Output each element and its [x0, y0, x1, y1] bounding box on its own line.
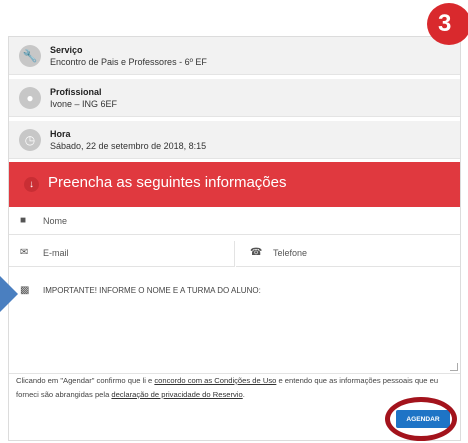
notes-text: IMPORTANTE! INFORME O NOME E A TURMA DO …: [43, 286, 261, 295]
professional-row: ● Profissional Ivone – ING 6EF: [9, 79, 460, 117]
service-value: Encontro de Pais e Professores - 6º EF: [50, 57, 207, 67]
email-field[interactable]: ✉ E-mail: [9, 241, 235, 267]
email-placeholder: E-mail: [43, 248, 69, 258]
form-banner: ↓ Preencha as seguintes informações: [9, 162, 460, 207]
person-icon: ●: [19, 87, 41, 109]
service-row: 🔧 Serviço Encontro de Pais e Professores…: [9, 37, 460, 75]
time-value: Sábado, 22 de setembro de 2018, 8:15: [50, 141, 207, 151]
person-icon: ■: [20, 215, 27, 226]
terms-part3: .: [242, 390, 245, 399]
phone-icon: ☎: [250, 247, 263, 258]
professional-title: Profissional: [50, 87, 102, 97]
banner-title: Preencha as seguintes informações: [48, 174, 287, 191]
step-badge: 3: [427, 3, 468, 45]
professional-value: Ivone – ING 6EF: [50, 99, 118, 109]
booking-card: 🔧 Serviço Encontro de Pais e Professores…: [8, 36, 461, 441]
privacy-link[interactable]: declaração de privacidade do Reservio: [111, 390, 242, 399]
phone-placeholder: Telefone: [273, 248, 308, 258]
arrow-marker: [0, 276, 18, 312]
terms-text: Clicando em "Agendar" confirmo que li e …: [16, 374, 456, 402]
terms-part1: Clicando em "Agendar" confirmo que li e: [16, 376, 155, 385]
name-field[interactable]: ■ Nome: [9, 209, 460, 235]
highlight-ring: [385, 397, 457, 441]
notes-textarea[interactable]: ▩ IMPORTANTE! INFORME O NOME E A TURMA D…: [9, 277, 460, 374]
time-row: ◷ Hora Sábado, 22 de setembro de 2018, 8…: [9, 121, 460, 159]
arrow-down-icon: ↓: [24, 177, 39, 192]
name-placeholder: Nome: [43, 216, 68, 226]
terms-of-use-link[interactable]: concordo com as Condições de Uso: [154, 376, 276, 385]
service-title: Serviço: [50, 45, 83, 55]
wrench-icon: 🔧: [19, 45, 41, 67]
clock-icon: ◷: [19, 129, 41, 151]
time-title: Hora: [50, 129, 71, 139]
document-icon: ▩: [20, 285, 30, 296]
resize-handle[interactable]: [450, 363, 458, 371]
phone-field[interactable]: ☎ Telefone: [236, 241, 460, 267]
mail-icon: ✉: [20, 247, 29, 258]
